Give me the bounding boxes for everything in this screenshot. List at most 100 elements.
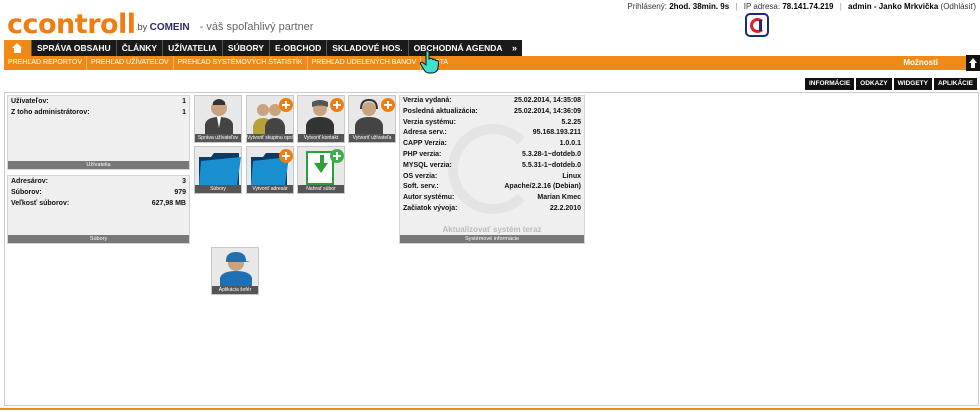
- info-row: Adresárov: 3: [8, 176, 189, 187]
- logged-label: Prihlásený:: [627, 2, 667, 11]
- tile-upload-file[interactable]: Nahrať súbor: [297, 146, 345, 194]
- subnav-item-statistiky[interactable]: PREHĽAD SYSTÉMOVÝCH ŠTATISTÍK: [174, 56, 308, 70]
- logo-by: by COMEIN: [138, 22, 190, 33]
- info-value: 5.2.25: [561, 118, 581, 126]
- info-label: Verzia vydaná:: [403, 97, 452, 104]
- info-value: 1: [182, 98, 186, 105]
- tile-user-management[interactable]: Správa užívateľov: [194, 95, 242, 143]
- ip-value: 78.141.74.219: [782, 2, 834, 11]
- info-row: Autor systému: Marian Kmec: [400, 193, 584, 204]
- widget-tabs: INFORMÁCIE ODKAZY WIDGETY APLIKÁCIE: [803, 78, 977, 90]
- info-label: MYSQL verzia:: [403, 161, 452, 169]
- box-footer[interactable]: Súbory: [8, 235, 189, 243]
- info-label: Posledná aktualizácia:: [403, 107, 478, 115]
- tab-widgety[interactable]: WIDGETY: [893, 78, 932, 90]
- nav-item-sprava-obsahu[interactable]: SPRÁVA OBSAHU: [32, 40, 117, 56]
- session-info: Prihlásený: 2hod. 38min. 9s | IP adresa:…: [627, 2, 976, 11]
- tile-create-group[interactable]: Vytvoriť skupinu oprávnení: [246, 95, 294, 143]
- info-label: Adresárov:: [11, 178, 48, 185]
- info-value: 627,98 MB: [151, 200, 186, 207]
- tile-caption: Vytvoriť skupinu oprávnení: [247, 134, 293, 142]
- nav-item-clanky[interactable]: ČLÁNKY: [117, 40, 164, 56]
- logo-brand: COMEIN: [149, 22, 190, 33]
- info-row: Súborov: 979: [8, 187, 189, 198]
- info-value: 25.02.2014, 14:36:09: [514, 107, 581, 115]
- info-row: Verzia systému: 5.2.25: [400, 118, 584, 129]
- info-row: Posledná aktualizácia: 25.02.2014, 14:36:…: [400, 107, 584, 118]
- info-value: 1: [182, 109, 186, 116]
- ip-label: IP adresa:: [743, 2, 781, 11]
- tile-create-folder[interactable]: Vytvoriť adresár: [246, 146, 294, 194]
- nav-item-subory[interactable]: SÚBORY: [223, 40, 270, 56]
- subnav-item-bany[interactable]: PREHĽAD UDELENÝCH BANOV: [308, 56, 422, 70]
- subnav-item-reporty[interactable]: PREHĽAD REPORTOV: [4, 56, 88, 70]
- user-icon: [205, 99, 233, 136]
- info-row: Začiatok vývoja: 22.2.2010: [400, 204, 584, 215]
- tile-caption: Aplikácia šofér: [212, 286, 258, 294]
- logout-link[interactable]: (Odhlásiť): [941, 2, 976, 11]
- info-label: Užívateľov:: [11, 98, 49, 105]
- update-system-button[interactable]: Aktualizovať systém teraz: [400, 225, 584, 235]
- info-row: Adresa serv.: 95.168.193.211: [400, 128, 584, 139]
- nav-item-e-obchod[interactable]: E-OBCHOD: [270, 40, 328, 56]
- tile-driver-app[interactable]: Aplikácia šofér: [211, 247, 259, 295]
- info-label: Soft. serv.:: [403, 183, 439, 191]
- nav-item-skladove-hos[interactable]: SKLADOVÉ HOS.: [327, 40, 409, 56]
- ci-logo-icon: [745, 13, 769, 37]
- scroll-top-button[interactable]: [966, 55, 980, 71]
- options-button[interactable]: Možnosti: [903, 56, 966, 70]
- tile-create-contact[interactable]: Vytvoriť kontakt: [297, 95, 345, 143]
- tile-caption: Vytvoriť kontakt: [298, 134, 344, 142]
- info-value: Marian Kmec: [537, 194, 581, 202]
- info-row: OS verzia: Linux: [400, 172, 584, 183]
- box-footer[interactable]: Užívatelia: [8, 161, 189, 169]
- tab-aplikacie[interactable]: APLIKÁCIE: [933, 78, 977, 90]
- separator: |: [735, 2, 738, 11]
- upload-icon: [306, 149, 344, 185]
- sub-nav: PREHĽAD REPORTOV PREHĽAD UŽÍVATEĽOV PREH…: [4, 56, 966, 70]
- folder-icon: [199, 153, 241, 185]
- tile-files[interactable]: Súbory: [194, 146, 242, 194]
- files-info-box: Adresárov: 3 Súborov: 979 Veľkosť súboro…: [7, 175, 190, 244]
- info-value: Apache/2.2.16 (Debian): [504, 183, 581, 191]
- driver-icon: [220, 252, 252, 288]
- info-value: 25.02.2014, 14:35:08: [514, 97, 581, 104]
- info-value: 22.2.2010: [549, 204, 581, 212]
- tab-informacie[interactable]: INFORMÁCIE: [805, 78, 855, 90]
- user-name: admin - Janko Mrkvička: [848, 2, 939, 11]
- tile-caption: Vytvoriť užívateľa: [349, 134, 395, 142]
- tile-caption: Súbory: [195, 185, 241, 193]
- logged-value: 2hod. 38min. 9s: [669, 2, 730, 11]
- info-value: 979: [174, 189, 186, 196]
- info-label: CAPP Verzia:: [403, 140, 447, 148]
- info-label: Adresa serv.:: [403, 129, 447, 137]
- info-row: Užívateľov: 1: [8, 96, 189, 107]
- home-button[interactable]: [4, 40, 32, 56]
- nav-more-button[interactable]: »: [507, 40, 522, 56]
- info-label: Z toho administrátorov:: [11, 109, 90, 116]
- info-label: OS verzia:: [403, 172, 438, 180]
- info-label: PHP verzia:: [403, 150, 442, 158]
- logo-word: ccontroll: [7, 9, 136, 40]
- nav-item-uzivatelia[interactable]: UŽÍVATELIA: [163, 40, 223, 56]
- hand-cursor-icon: [419, 50, 440, 74]
- logo-by-text: by: [137, 22, 148, 32]
- info-row: Z toho administrátorov: 1: [8, 107, 189, 118]
- logo-tagline: - váš spoľahlivý partner: [199, 21, 314, 33]
- subnav-item-uzivatelia[interactable]: PREHĽAD UŽÍVATEĽOV: [87, 56, 174, 70]
- info-row: CAPP Verzia: 1.0.0.1: [400, 139, 584, 150]
- tile-caption: Vytvoriť adresár: [247, 185, 293, 193]
- info-value: 1.0.0.1: [559, 140, 581, 148]
- box-footer[interactable]: Systémové informácie: [400, 235, 584, 243]
- separator: |: [839, 2, 842, 11]
- info-label: Súborov:: [11, 189, 42, 196]
- tile-caption: Nahrať súbor: [298, 185, 344, 193]
- tab-odkazy[interactable]: ODKAZY: [856, 78, 892, 90]
- info-label: Verzia systému:: [403, 118, 456, 126]
- tile-create-user[interactable]: Vytvoriť užívateľa: [348, 95, 396, 143]
- logo[interactable]: ccontroll by COMEIN - váš spoľahlivý par…: [7, 4, 313, 38]
- info-row: Soft. serv.: Apache/2.2.16 (Debian): [400, 182, 584, 193]
- app-root: ccontroll by COMEIN - váš spoľahlivý par…: [0, 0, 980, 412]
- folder-add-icon: [251, 149, 293, 185]
- info-value: 5.3.28-1~dotdeb.0: [522, 150, 581, 158]
